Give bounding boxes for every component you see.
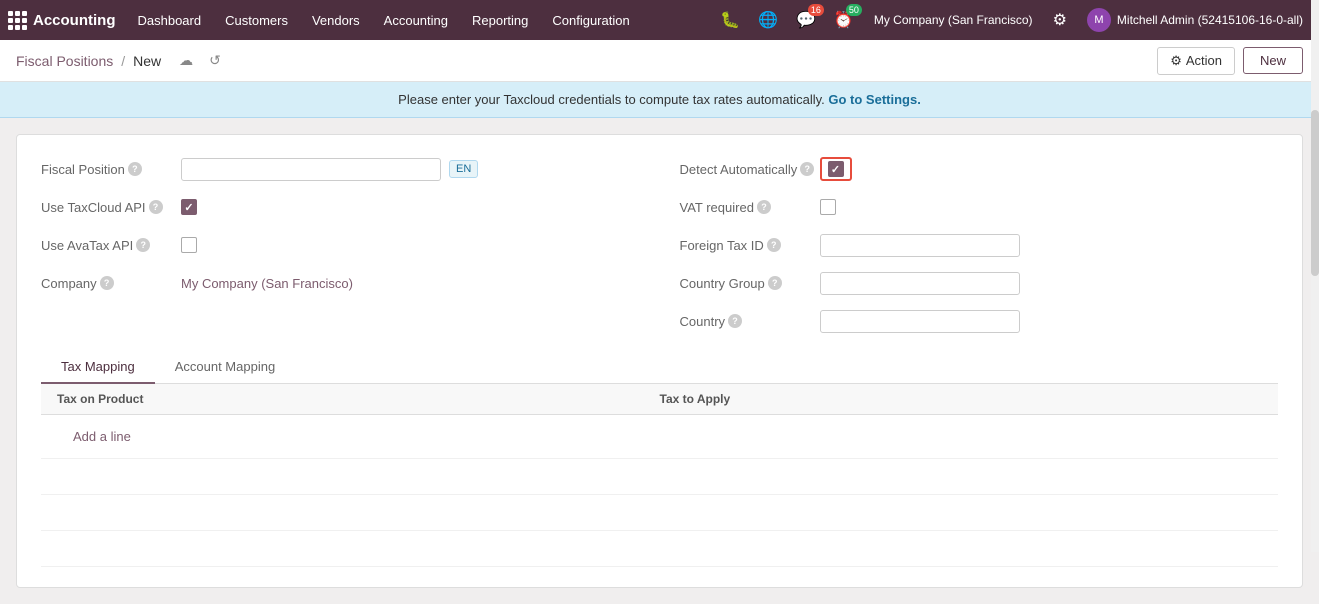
activity-badge: 50 xyxy=(846,4,862,16)
app-brand[interactable]: Accounting xyxy=(8,11,116,30)
chat-icon-btn[interactable]: 💬 16 xyxy=(790,6,822,34)
breadcrumb-bar: Fiscal Positions / New ☁ ↺ ⚙ Action New xyxy=(0,40,1319,82)
nav-reporting[interactable]: Reporting xyxy=(462,9,538,32)
vat-required-checkbox-wrap xyxy=(820,199,836,215)
nav-configuration[interactable]: Configuration xyxy=(542,9,639,32)
tab-tax-mapping[interactable]: Tax Mapping xyxy=(41,351,155,384)
scrollbar-track[interactable] xyxy=(1311,0,1319,552)
breadcrumb-sep: / xyxy=(121,53,125,69)
use-taxcloud-help[interactable]: ? xyxy=(149,200,163,214)
foreign-tax-id-row: Foreign Tax ID ? xyxy=(680,231,1279,259)
lang-badge[interactable]: EN xyxy=(449,160,478,178)
activity-icon-btn[interactable]: ⏰ 50 xyxy=(828,6,860,34)
breadcrumb-current: New xyxy=(133,53,161,69)
fiscal-position-input[interactable] xyxy=(181,158,441,181)
action-gear-icon: ⚙ xyxy=(1170,53,1182,69)
foreign-tax-id-help[interactable]: ? xyxy=(767,238,781,252)
foreign-tax-id-input[interactable] xyxy=(820,234,1020,257)
empty-row-1 xyxy=(41,459,1278,495)
country-group-label: Country Group ? xyxy=(680,276,820,291)
action-label: Action xyxy=(1186,53,1222,68)
vat-required-label: VAT required ? xyxy=(680,200,820,215)
navbar: Accounting Dashboard Customers Vendors A… xyxy=(0,0,1319,40)
globe-icon-btn[interactable]: 🌐 xyxy=(752,6,784,34)
detect-auto-checkbox[interactable] xyxy=(828,161,844,177)
vat-required-help[interactable]: ? xyxy=(757,200,771,214)
table-col1-header: Tax on Product xyxy=(57,392,660,406)
fiscal-position-help[interactable]: ? xyxy=(128,162,142,176)
banner-text: Please enter your Taxcloud credentials t… xyxy=(398,92,825,107)
table-body: Add a line xyxy=(41,415,1278,459)
company-name: My Company (San Francisco) xyxy=(874,13,1033,27)
main-content: Fiscal Position ? EN Use TaxCloud API ? xyxy=(0,118,1319,604)
action-button[interactable]: ⚙ Action xyxy=(1157,47,1235,75)
banner-link[interactable]: Go to Settings. xyxy=(828,92,920,107)
vat-required-row: VAT required ? xyxy=(680,193,1279,221)
use-avatax-help[interactable]: ? xyxy=(136,238,150,252)
form-right: Detect Automatically ? VAT required ? xyxy=(680,155,1279,335)
detect-auto-help[interactable]: ? xyxy=(800,162,814,176)
user-name: Mitchell Admin (52415106-16-0-all) xyxy=(1117,13,1303,27)
use-avatax-checkbox[interactable] xyxy=(181,237,197,253)
form-fields: Fiscal Position ? EN Use TaxCloud API ? xyxy=(41,155,1278,335)
info-banner: Please enter your Taxcloud credentials t… xyxy=(0,82,1319,118)
country-label: Country ? xyxy=(680,314,820,329)
company-label: Company ? xyxy=(41,276,181,291)
company-value[interactable]: My Company (San Francisco) xyxy=(181,276,353,291)
country-group-row: Country Group ? xyxy=(680,269,1279,297)
detect-auto-row: Detect Automatically ? xyxy=(680,155,1279,183)
country-row: Country ? xyxy=(680,307,1279,335)
empty-row-2 xyxy=(41,495,1278,531)
country-group-help[interactable]: ? xyxy=(768,276,782,290)
use-avatax-label: Use AvaTax API ? xyxy=(41,238,181,253)
breadcrumb-parent[interactable]: Fiscal Positions xyxy=(16,53,113,69)
tab-account-mapping[interactable]: Account Mapping xyxy=(155,351,295,384)
table-col2-header: Tax to Apply xyxy=(660,392,1263,406)
undo-icon-btn[interactable]: ↺ xyxy=(205,50,225,71)
app-name: Accounting xyxy=(33,12,116,29)
country-input[interactable] xyxy=(820,310,1020,333)
country-help[interactable]: ? xyxy=(728,314,742,328)
nav-dashboard[interactable]: Dashboard xyxy=(128,9,212,32)
use-avatax-checkbox-wrap xyxy=(181,237,197,253)
table-container: Tax on Product Tax to Apply Add a line xyxy=(41,384,1278,567)
form-left: Fiscal Position ? EN Use TaxCloud API ? xyxy=(41,155,640,297)
use-taxcloud-row: Use TaxCloud API ? xyxy=(41,193,640,221)
tabs-bar: Tax Mapping Account Mapping xyxy=(41,351,1278,384)
company-help[interactable]: ? xyxy=(100,276,114,290)
detect-auto-label: Detect Automatically ? xyxy=(680,162,820,177)
scrollbar-thumb[interactable] xyxy=(1311,110,1319,276)
nav-vendors[interactable]: Vendors xyxy=(302,9,370,32)
save-icon-btn[interactable]: ☁ xyxy=(175,50,197,71)
add-line-btn[interactable]: Add a line xyxy=(57,423,147,450)
grid-icon xyxy=(8,11,27,30)
table-header: Tax on Product Tax to Apply xyxy=(41,384,1278,415)
detect-auto-highlighted-box xyxy=(820,157,852,181)
form-card: Fiscal Position ? EN Use TaxCloud API ? xyxy=(16,134,1303,588)
use-taxcloud-checkbox[interactable] xyxy=(181,199,197,215)
use-taxcloud-checkbox-wrap xyxy=(181,199,197,215)
nav-accounting[interactable]: Accounting xyxy=(374,9,458,32)
fiscal-position-label: Fiscal Position ? xyxy=(41,162,181,177)
settings-icon-btn[interactable]: ⚙ xyxy=(1047,6,1073,34)
nav-customers[interactable]: Customers xyxy=(215,9,298,32)
user-avatar: M xyxy=(1087,8,1111,32)
use-taxcloud-label: Use TaxCloud API ? xyxy=(41,200,181,215)
new-button[interactable]: New xyxy=(1243,47,1303,74)
use-avatax-row: Use AvaTax API ? xyxy=(41,231,640,259)
country-group-input[interactable] xyxy=(820,272,1020,295)
vat-required-checkbox[interactable] xyxy=(820,199,836,215)
fiscal-position-row: Fiscal Position ? EN xyxy=(41,155,640,183)
company-selector[interactable]: My Company (San Francisco) xyxy=(866,9,1041,31)
empty-row-3 xyxy=(41,531,1278,567)
breadcrumb-actions: ☁ ↺ xyxy=(175,50,225,71)
foreign-tax-id-label: Foreign Tax ID ? xyxy=(680,238,820,253)
navbar-icons: 🐛 🌐 💬 16 ⏰ 50 My Company (San Francisco)… xyxy=(714,4,1311,36)
bug-icon-btn[interactable]: 🐛 xyxy=(714,6,746,34)
user-menu[interactable]: M Mitchell Admin (52415106-16-0-all) xyxy=(1079,4,1311,36)
chat-badge: 16 xyxy=(808,4,824,16)
company-row: Company ? My Company (San Francisco) xyxy=(41,269,640,297)
